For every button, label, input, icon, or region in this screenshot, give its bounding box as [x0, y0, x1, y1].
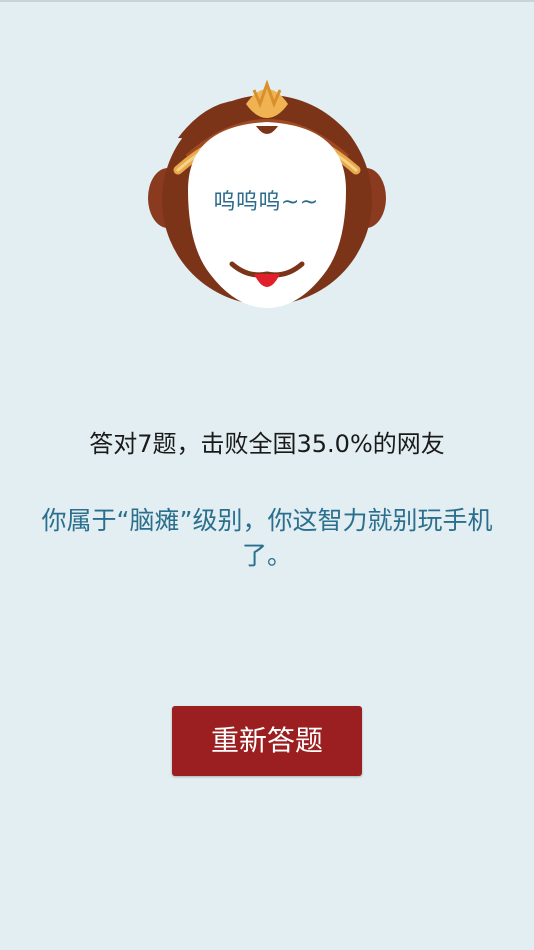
score-summary: 答对7题，击败全国35.0%的网友: [89, 430, 445, 458]
face-caption: 呜呜呜~~: [213, 190, 319, 215]
retry-button[interactable]: 重新答题: [172, 706, 362, 776]
top-border: [0, 0, 534, 2]
verdict-text: 你属于“脑瘫”级别，你这智力就别玩手机了。: [41, 506, 493, 570]
